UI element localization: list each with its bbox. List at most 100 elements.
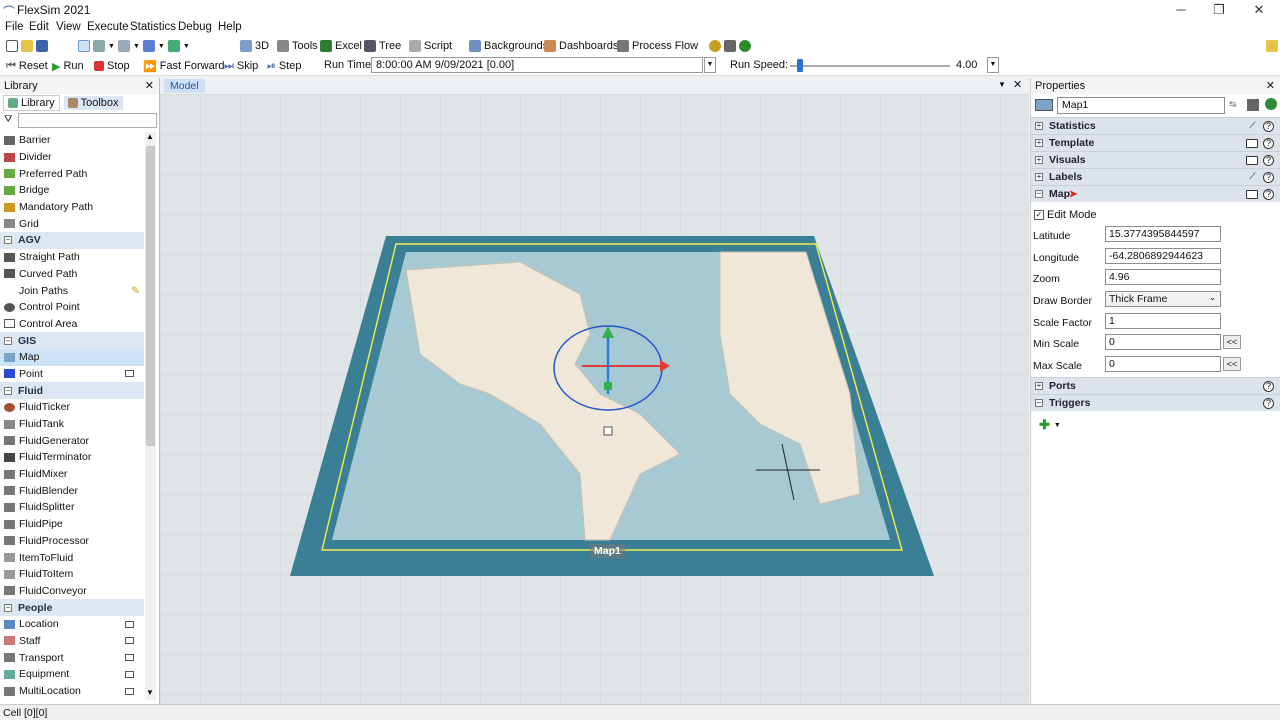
library-item-equipment[interactable]: Equipment (0, 666, 144, 683)
library-category-gis[interactable]: − GIS (0, 332, 144, 349)
help-icon[interactable]: ? (1263, 154, 1274, 166)
library-close-icon[interactable]: ✕ (145, 79, 154, 92)
library-category-agv[interactable]: − AGV (0, 232, 144, 249)
section-statistics[interactable]: + Statistics ⟋? (1031, 117, 1280, 134)
help-icon[interactable]: ? (1263, 171, 1274, 183)
min-scale-field[interactable]: 0 (1105, 334, 1221, 350)
library-item-grid[interactable]: Grid (0, 215, 144, 232)
menu-debug[interactable]: Debug (178, 21, 212, 33)
tb-process-flow[interactable]: Process Flow (617, 37, 698, 55)
library-item-fluidticker[interactable]: FluidTicker (0, 399, 144, 416)
section-visuals[interactable]: + Visuals? (1031, 151, 1280, 168)
library-item-control-point[interactable]: Control Point (0, 299, 144, 316)
library-item-fluidblender[interactable]: FluidBlender (0, 482, 144, 499)
menu-file[interactable]: File (5, 21, 24, 33)
reset-button[interactable]: ⏮ Reset (6, 57, 48, 75)
library-scrollbar-thumb[interactable] (146, 146, 155, 446)
tree-view-icon[interactable] (1247, 99, 1259, 111)
new-file-icon[interactable] (6, 40, 18, 52)
library-item-fluidconveyor[interactable]: FluidConveyor (0, 583, 144, 600)
tb-tools[interactable]: Tools (277, 37, 318, 55)
tb-script[interactable]: Script (409, 37, 452, 55)
min-scale-set-button[interactable]: << (1223, 335, 1241, 349)
restore-icon[interactable]: ❐ (1204, 2, 1234, 18)
library-item-fluidgenerator[interactable]: FluidGenerator (0, 432, 144, 449)
library-category-fluid[interactable]: − Fluid (0, 382, 144, 399)
library-item-join-paths[interactable]: Join Paths ✎ (0, 282, 144, 299)
library-item-barrier[interactable]: Barrier (0, 132, 144, 149)
library-item-fluidsplitter[interactable]: FluidSplitter (0, 499, 144, 516)
section-triggers[interactable]: − Triggers? (1031, 394, 1280, 411)
library-item-fluidpipe[interactable]: FluidPipe (0, 516, 144, 533)
help-icon[interactable] (739, 40, 751, 52)
template-icon[interactable] (1246, 138, 1258, 148)
wrench-icon[interactable]: ⟋ (1247, 120, 1258, 132)
run-speed-slider[interactable] (790, 65, 950, 67)
run-button[interactable]: ▶ Run (52, 57, 84, 75)
help-icon[interactable]: ? (1263, 188, 1274, 200)
tb-dashboards[interactable]: Dashboards (544, 37, 618, 55)
viewport-close-icon[interactable]: ✕ (1013, 78, 1022, 91)
help-icon[interactable]: ? (1263, 120, 1274, 132)
menu-help[interactable]: Help (218, 21, 242, 33)
section-map[interactable]: − Map ➤? (1031, 185, 1280, 202)
edit-icon[interactable] (167, 40, 180, 52)
move-handle[interactable] (604, 382, 612, 390)
library-item-straight-path[interactable]: Straight Path (0, 249, 144, 266)
library-filter-input[interactable] (18, 113, 157, 128)
library-item-divider[interactable]: Divider (0, 149, 144, 166)
longitude-field[interactable]: -64.2806892944623 (1105, 248, 1221, 264)
max-scale-field[interactable]: 0 (1105, 356, 1221, 372)
library-item-fluidmixer[interactable]: FluidMixer (0, 466, 144, 483)
library-item-mandatory-path[interactable]: Mandatory Path (0, 199, 144, 216)
select-icon[interactable] (142, 40, 155, 52)
scroll-down-icon[interactable]: ▼ (146, 688, 154, 697)
latitude-field[interactable]: 15.3774395844597 (1105, 226, 1221, 242)
open-folder-icon[interactable] (21, 40, 33, 52)
library-item-location[interactable]: Location (0, 616, 144, 633)
skip-button[interactable]: ⏭ Skip (224, 57, 258, 75)
help-icon[interactable] (1265, 98, 1277, 110)
add-trigger-button[interactable]: ✚ ▼ (1039, 417, 1061, 433)
tab-model[interactable]: Model (164, 79, 205, 93)
close-icon[interactable]: ✕ (1244, 2, 1274, 18)
library-item-itemtofluid[interactable]: ItemToFluid (0, 549, 144, 566)
fast-forward-button[interactable]: ⏩ Fast Forward (143, 57, 225, 75)
max-scale-set-button[interactable]: << (1223, 357, 1241, 371)
library-item-staff[interactable]: Staff (0, 633, 144, 650)
scale-factor-field[interactable]: 1 (1105, 313, 1221, 329)
zoom-field[interactable]: 4.96 (1105, 269, 1221, 285)
library-item-fluidtoitem[interactable]: FluidToItem (0, 566, 144, 583)
tb-excel[interactable]: Excel (320, 37, 362, 55)
edit-mode-checkbox[interactable]: ✓ (1034, 210, 1044, 220)
tb-backgrounds[interactable]: Backgrounds (469, 37, 548, 55)
menu-execute[interactable]: Execute (87, 21, 129, 33)
model-3d-scene[interactable] (160, 94, 1029, 704)
connect-icon[interactable] (93, 40, 105, 52)
run-speed-thumb[interactable] (797, 59, 803, 72)
save-icon[interactable] (36, 40, 48, 52)
properties-close-icon[interactable]: ✕ (1266, 79, 1275, 92)
gear-icon[interactable] (709, 40, 721, 52)
minimize-icon[interactable]: ─ (1166, 2, 1196, 18)
disconnect-icon[interactable] (117, 40, 130, 52)
run-time-field[interactable]: 8:00:00 AM 9/09/2021 [0.00] (371, 57, 703, 73)
viewport-dropdown-icon[interactable]: ▼ (998, 80, 1006, 89)
tab-library[interactable]: Library (3, 95, 60, 111)
menu-edit[interactable]: Edit (29, 21, 49, 33)
scroll-up-icon[interactable]: ▲ (146, 132, 154, 141)
library-item-map[interactable]: Map (0, 348, 144, 366)
template-icon[interactable] (1246, 189, 1258, 199)
library-scrollbar[interactable]: ▲ ▼ (145, 132, 156, 700)
library-item-fluidtank[interactable]: FluidTank (0, 416, 144, 433)
grid-settings-icon[interactable] (724, 40, 736, 52)
draw-border-select[interactable]: Thick Frame ⌄ (1105, 291, 1221, 307)
tb-tree[interactable]: Tree (364, 37, 401, 55)
help-icon[interactable]: ? (1263, 137, 1274, 149)
help-icon[interactable]: ? (1263, 380, 1274, 392)
menu-view[interactable]: View (56, 21, 81, 33)
section-ports[interactable]: + Ports? (1031, 377, 1280, 394)
library-item-multilocation[interactable]: MultiLocation (0, 683, 144, 700)
step-button[interactable]: ⏯ Step (267, 57, 301, 75)
menu-statistics[interactable]: Statistics (130, 21, 176, 33)
